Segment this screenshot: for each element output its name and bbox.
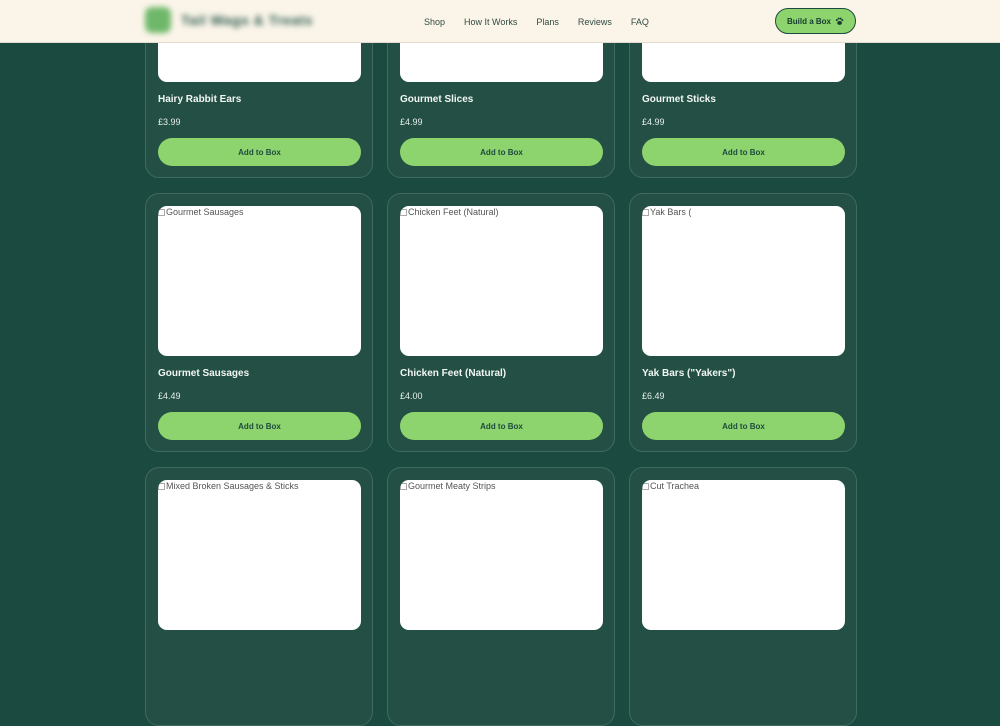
product-price: £4.00 — [400, 391, 423, 401]
product-price: £4.99 — [642, 117, 665, 127]
build-a-box-button[interactable]: Build a Box — [775, 8, 856, 34]
site-header: Tail Wags & Treats Shop How It Works Pla… — [0, 0, 1000, 43]
add-to-box-button[interactable]: Add to Box — [642, 138, 845, 166]
nav-shop[interactable]: Shop — [424, 17, 445, 27]
image-alt-text: Yak Bars ( — [642, 207, 691, 217]
product-card: Cut Trachea — [629, 467, 857, 726]
logo-icon — [145, 7, 171, 33]
nav-reviews[interactable]: Reviews — [578, 17, 612, 27]
product-card: Yak Bars ( Yak Bars ("Yakers") £6.49 Add… — [629, 193, 857, 452]
nav-plans[interactable]: Plans — [536, 17, 559, 27]
product-image[interactable]: Mixed Broken Sausages & Sticks — [158, 480, 361, 630]
broken-image-icon — [642, 482, 649, 490]
product-card: Chicken Feet (Natural) Chicken Feet (Nat… — [387, 193, 615, 452]
product-card: Mixed Broken Sausages & Sticks — [145, 467, 373, 726]
product-name: Chicken Feet (Natural) — [400, 368, 507, 379]
image-alt-text: Gourmet Sausages — [158, 207, 244, 217]
main-nav: Shop How It Works Plans Reviews FAQ — [424, 0, 668, 43]
add-to-box-button[interactable]: Add to Box — [400, 138, 603, 166]
product-price: £6.49 — [642, 391, 665, 401]
paw-icon — [835, 17, 844, 25]
product-name: Gourmet Sausages — [158, 368, 250, 379]
broken-image-icon — [400, 482, 407, 490]
product-price: £4.49 — [158, 391, 181, 401]
product-image[interactable]: Cut Trachea — [642, 480, 845, 630]
product-grid: Hairy Rabbit Ears £3.99 Add to Box Gourm… — [145, 0, 857, 726]
broken-image-icon — [158, 482, 165, 490]
product-image[interactable]: Yak Bars ( — [642, 206, 845, 356]
image-alt-text: Gourmet Meaty Strips — [400, 481, 496, 491]
image-alt-text: Chicken Feet (Natural) — [400, 207, 499, 217]
broken-image-icon — [642, 208, 649, 216]
add-to-box-button[interactable]: Add to Box — [400, 412, 603, 440]
product-name: Hairy Rabbit Ears — [158, 94, 242, 105]
product-image[interactable]: Gourmet Sausages — [158, 206, 361, 356]
product-price: £3.99 — [158, 117, 181, 127]
product-card: Gourmet Meaty Strips — [387, 467, 615, 726]
add-to-box-button[interactable]: Add to Box — [158, 412, 361, 440]
product-name: Gourmet Sticks — [642, 94, 716, 105]
product-image[interactable]: Chicken Feet (Natural) — [400, 206, 603, 356]
image-alt-text: Mixed Broken Sausages & Sticks — [158, 481, 299, 491]
broken-image-icon — [400, 208, 407, 216]
product-name: Yak Bars ("Yakers") — [642, 368, 736, 379]
product-card: Gourmet Sausages Gourmet Sausages £4.49 … — [145, 193, 373, 452]
product-price: £4.99 — [400, 117, 423, 127]
brand-logo[interactable]: Tail Wags & Treats — [145, 7, 313, 33]
nav-faq[interactable]: FAQ — [631, 17, 649, 27]
brand-name: Tail Wags & Treats — [181, 12, 313, 28]
product-name: Gourmet Slices — [400, 94, 474, 105]
build-a-box-label: Build a Box — [786, 16, 831, 26]
product-image[interactable]: Gourmet Meaty Strips — [400, 480, 603, 630]
nav-how-it-works[interactable]: How It Works — [464, 17, 517, 27]
add-to-box-button[interactable]: Add to Box — [158, 138, 361, 166]
image-alt-text: Cut Trachea — [642, 481, 699, 491]
add-to-box-button[interactable]: Add to Box — [642, 412, 845, 440]
broken-image-icon — [158, 208, 165, 216]
